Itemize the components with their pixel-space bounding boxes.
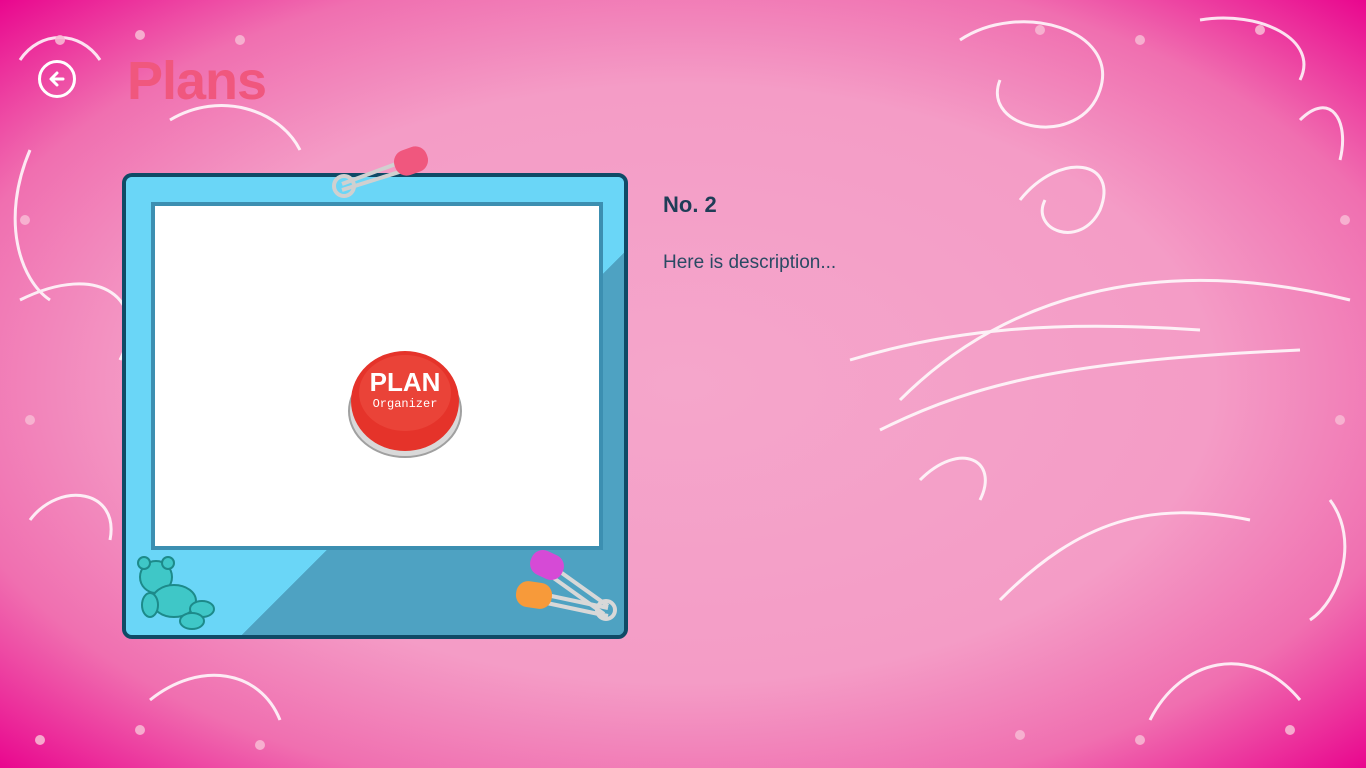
logo-subtitle: Organizer: [373, 397, 438, 411]
teddy-bear-icon: [137, 556, 215, 630]
page-title: Plans: [127, 51, 267, 111]
logo-title: PLAN: [370, 367, 441, 397]
back-button[interactable]: [38, 60, 76, 98]
item-number: No. 2: [663, 192, 717, 217]
item-description: Here is description...: [663, 252, 837, 273]
back-arrow-icon: [49, 71, 65, 87]
plan-image: PLAN Organizer: [151, 202, 603, 550]
plan-organizer-logo: PLAN Organizer: [348, 351, 462, 458]
safety-pin-icon: [332, 146, 429, 198]
safety-pins-icon: [515, 549, 617, 621]
